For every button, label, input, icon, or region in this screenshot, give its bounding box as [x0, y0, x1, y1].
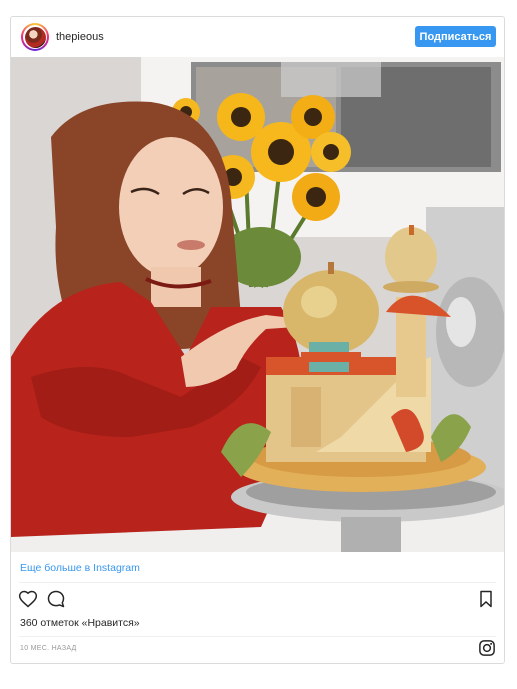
avatar[interactable] [21, 23, 49, 51]
post-image[interactable] [11, 57, 504, 552]
post-photo-illustration [11, 57, 504, 552]
divider [19, 636, 496, 637]
action-bar [11, 589, 504, 613]
more-on-instagram-link[interactable]: Еще больше в Instagram [20, 562, 140, 574]
avatar-image [24, 26, 46, 48]
likes-count[interactable]: 360 отметок «Нравится» [20, 617, 140, 629]
instagram-icon[interactable] [478, 639, 496, 657]
heart-icon[interactable] [18, 589, 40, 611]
post-header: thepieous Подписаться [11, 17, 504, 57]
comment-icon[interactable] [46, 589, 68, 611]
bookmark-icon[interactable] [476, 589, 498, 611]
follow-button[interactable]: Подписаться [415, 26, 496, 47]
instagram-embed-card: thepieous Подписаться Еще больше в Insta… [10, 16, 505, 664]
username-link[interactable]: thepieous [56, 31, 104, 43]
divider [19, 582, 496, 583]
post-timestamp[interactable]: 10 МЕС. НАЗАД [20, 645, 77, 652]
